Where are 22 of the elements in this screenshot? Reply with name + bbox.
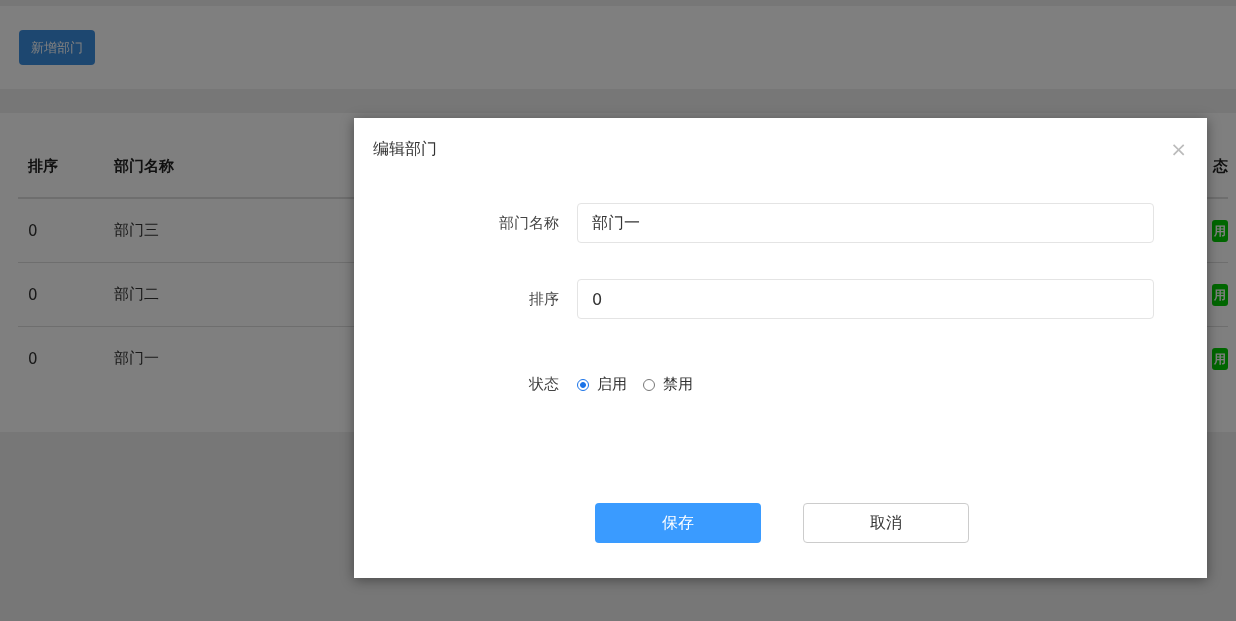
dialog-title: 编辑部门: [373, 138, 437, 160]
status-tag: 用: [1212, 284, 1228, 306]
column-header: 排序: [27, 156, 59, 176]
input-field[interactable]: 0: [577, 279, 1154, 319]
radio-label[interactable]: 禁用: [663, 375, 693, 394]
input-field[interactable]: 部门一: [577, 203, 1154, 243]
field-label: 排序: [528, 289, 560, 309]
field-label: 状态: [528, 375, 560, 394]
column-header: 部门名称: [114, 156, 175, 176]
radio-label[interactable]: 启用: [597, 375, 627, 394]
status-tag: 用: [1212, 220, 1228, 242]
column-header: 态: [1213, 156, 1228, 176]
table-cell-text: 0: [27, 221, 39, 240]
status-tag: 用: [1212, 348, 1228, 370]
table-cell-text: 0: [27, 285, 39, 304]
field-label: 部门名称: [498, 213, 560, 233]
cancel-button[interactable]: 取消: [803, 503, 969, 543]
table-cell-text: 部门二: [114, 285, 160, 304]
table-cell-text: 部门三: [114, 221, 160, 240]
table-cell-text: 部门一: [114, 349, 160, 368]
radio-button[interactable]: [577, 378, 589, 391]
table-cell-text: 0: [27, 349, 39, 368]
